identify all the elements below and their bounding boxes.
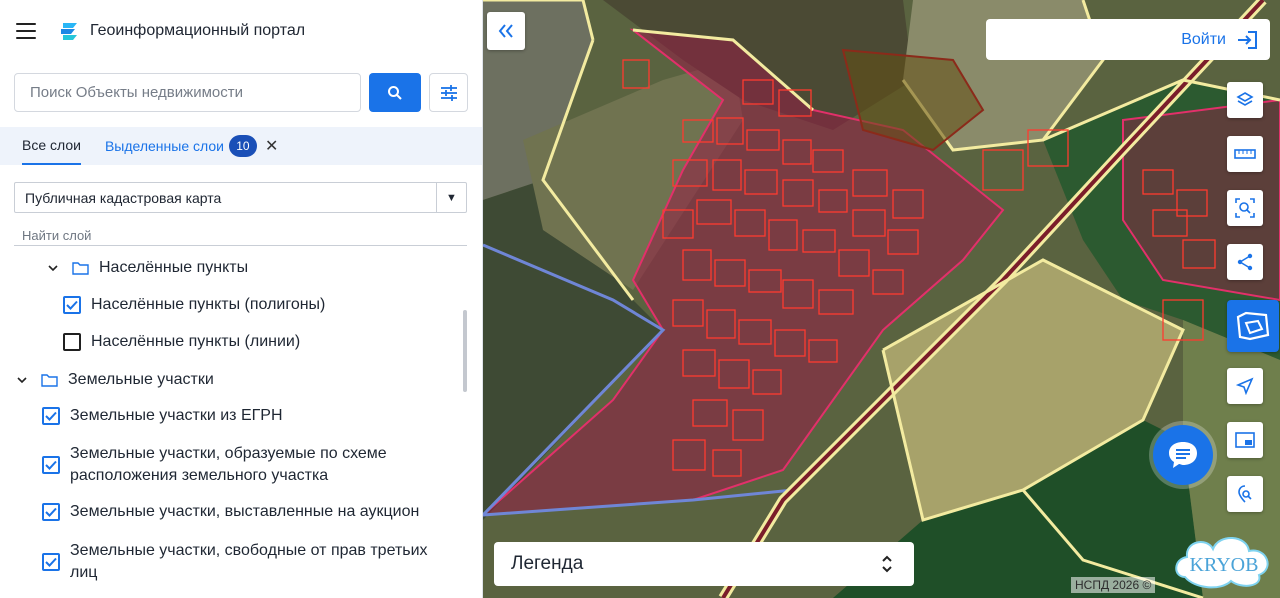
checkbox-checked[interactable] — [42, 407, 60, 425]
sliders-icon — [440, 84, 457, 101]
search-area-icon — [1235, 198, 1255, 218]
tree-layer-land-plots-auction[interactable]: Земельные участки, выставленные на аукци… — [42, 503, 419, 521]
checkbox-checked[interactable] — [63, 296, 81, 314]
dropdown-arrow-icon: ▼ — [436, 183, 466, 212]
checkbox-checked[interactable] — [42, 503, 60, 521]
legend-toggle[interactable]: Легенда — [494, 542, 914, 586]
tree-label: Населённые пункты (линии) — [91, 333, 301, 350]
tree-label: Населённые пункты — [99, 259, 249, 276]
copyright-text: НСПД 2026 © — [1071, 577, 1156, 593]
search-icon — [388, 85, 402, 100]
minimap-button[interactable] — [1227, 422, 1263, 458]
login-button[interactable]: Войти — [986, 19, 1270, 60]
cadastre-icon — [1236, 311, 1270, 341]
chevron-down-icon — [48, 265, 58, 272]
clear-selection-icon[interactable]: ✕ — [265, 136, 278, 156]
menu-icon[interactable] — [16, 23, 36, 39]
folder-icon — [41, 374, 58, 387]
login-icon — [1238, 30, 1257, 49]
ruler-button[interactable] — [1227, 136, 1263, 172]
tree-layer-settlements-polygons[interactable]: Населённые пункты (полигоны) — [63, 296, 325, 314]
top-bar: Геоинформационный портал — [0, 0, 482, 62]
ruler-icon — [1234, 149, 1256, 159]
chat-button[interactable] — [1153, 425, 1213, 485]
tab-selected-layers[interactable]: Выделенные слои 10 ✕ — [105, 127, 278, 165]
chevron-down-icon — [17, 377, 27, 384]
tree-layer-land-plots-scheme[interactable]: Земельные участки, образуемые по схеме р… — [42, 443, 442, 487]
layer-tabs: Все слои Выделенные слои 10 ✕ — [0, 127, 482, 165]
tree-layer-land-plots-free[interactable]: Земельные участки, свободные от прав тре… — [42, 540, 442, 584]
share-icon — [1237, 253, 1253, 271]
map-view[interactable]: Войти Легенда НСПД 2026 © KRYOB — [483, 0, 1280, 598]
watermark-text: KRYOB — [1190, 554, 1259, 576]
tree-label: Земельные участки, свободные от прав тре… — [70, 542, 428, 581]
map-canvas[interactable] — [483, 0, 1280, 598]
basemap-select-value: Публичная кадастровая карта — [25, 189, 222, 206]
pin-search-button[interactable] — [1227, 476, 1263, 512]
tree-label: Земельные участки, выставленные на аукци… — [70, 503, 420, 520]
logo-icon — [61, 23, 77, 40]
filter-button[interactable] — [429, 73, 468, 112]
chat-icon — [1169, 442, 1197, 468]
expand-collapse-icon — [882, 555, 892, 573]
folder-icon — [72, 262, 89, 275]
app-title: Геоинформационный портал — [90, 22, 306, 39]
locate-button[interactable] — [1227, 368, 1263, 404]
checkbox-checked[interactable] — [42, 456, 60, 474]
tab-all-layers[interactable]: Все слои — [22, 127, 81, 165]
share-button[interactable] — [1227, 244, 1263, 280]
area-search-button[interactable] — [1227, 190, 1263, 226]
checkbox-unchecked[interactable] — [63, 333, 81, 351]
cadastre-button[interactable] — [1227, 300, 1279, 352]
app-root: Геоинформационный портал Все слои — [0, 0, 1280, 598]
tree-label: Земельные участки, образуемые по схеме р… — [70, 445, 387, 484]
login-label: Войти — [1181, 30, 1226, 48]
search-button[interactable] — [369, 73, 421, 112]
locate-icon — [1236, 377, 1254, 395]
layers-button[interactable] — [1227, 82, 1263, 118]
kryob-watermark: KRYOB — [1175, 537, 1269, 589]
scrollbar-thumb[interactable] — [463, 310, 467, 392]
tree-folder-land-plots[interactable]: Земельные участки — [17, 371, 214, 389]
layers-panel: Геоинформационный портал Все слои — [0, 0, 483, 598]
selected-count-badge: 10 — [228, 135, 257, 157]
double-chevron-left-icon — [498, 24, 513, 38]
search-row — [14, 73, 468, 112]
checkbox-checked[interactable] — [42, 553, 60, 571]
picture-in-picture-icon — [1235, 432, 1255, 448]
tree-layer-settlements-lines[interactable]: Населённые пункты (линии) — [63, 333, 300, 351]
collapse-panel-button[interactable] — [487, 12, 525, 50]
basemap-select[interactable]: Публичная кадастровая карта ▼ — [14, 182, 467, 213]
tree-label: Населённые пункты (полигоны) — [91, 296, 326, 313]
find-layer-input[interactable]: Найти слой — [14, 224, 467, 246]
search-input[interactable] — [14, 73, 361, 112]
tree-layer-land-plots-egrn[interactable]: Земельные участки из ЕГРН — [42, 407, 283, 425]
legend-label: Легенда — [511, 553, 584, 574]
tree-label: Земельные участки — [68, 371, 214, 388]
tree-folder-settlements[interactable]: Населённые пункты — [48, 259, 248, 277]
tab-selected-label: Выделенные слои — [104, 138, 224, 154]
layers-icon — [1236, 92, 1254, 106]
tree-label: Земельные участки из ЕГРН — [70, 407, 283, 424]
pin-search-icon — [1238, 485, 1252, 503]
